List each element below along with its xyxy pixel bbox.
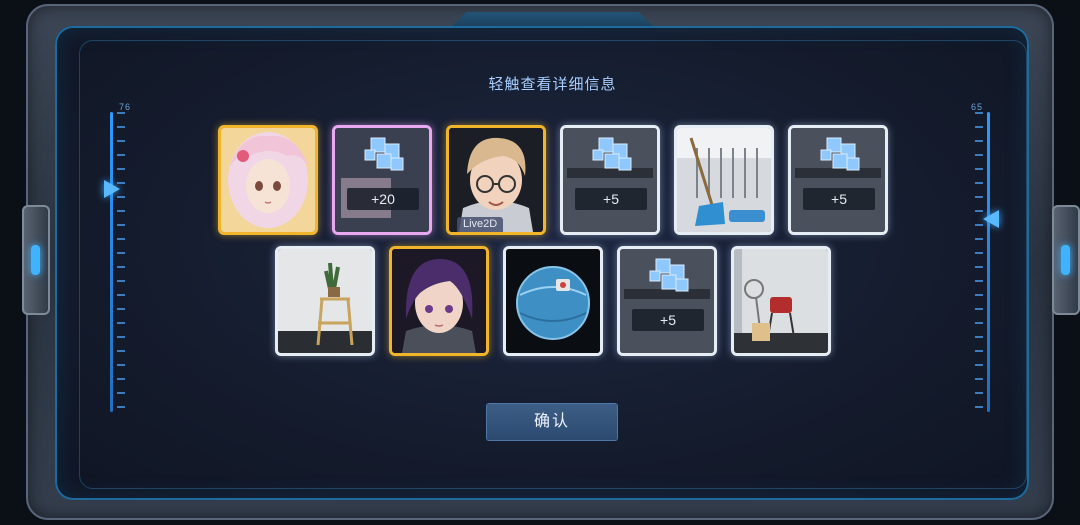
reward-character-purple-haired-girl[interactable]: [389, 246, 489, 356]
right-knob-light: [1061, 245, 1070, 275]
plant-stand-icon: [278, 249, 372, 353]
pink-haired-girl-icon: [221, 128, 315, 232]
right-ruler: [971, 112, 993, 412]
tap-for-details-hint: 轻触查看详细信息: [488, 76, 617, 93]
left-ruler-label: 76: [119, 102, 132, 112]
exercise-ball-icon: [506, 249, 600, 353]
reward-furniture-plant-stand[interactable]: [275, 246, 375, 356]
fragment-quantity: +5: [803, 188, 875, 210]
live2d-badge: Live2D: [457, 217, 504, 232]
reward-character-pink-haired-girl[interactable]: [218, 125, 318, 235]
right-ruler-ticks: [975, 112, 983, 412]
right-ruler-bar: [987, 112, 990, 412]
reward-character-glasses-boy[interactable]: Live2D: [446, 125, 546, 235]
reward-furniture-chair-box[interactable]: [731, 246, 831, 356]
right-ruler-label: 65: [971, 102, 984, 112]
right-arrow-icon: [983, 210, 999, 228]
chair-box-icon: [734, 249, 828, 353]
left-ruler: [108, 112, 130, 412]
left-ruler-bar: [110, 112, 113, 412]
reward-fragment-5-b[interactable]: +5: [788, 125, 888, 235]
left-frame-knob: [22, 205, 50, 315]
broom-dustpan-icon: [677, 128, 771, 232]
right-frame-knob: [1052, 205, 1080, 315]
fragment-quantity: +5: [632, 309, 704, 331]
purple-haired-girl-icon: [392, 249, 486, 353]
confirm-button[interactable]: 确认: [487, 404, 617, 440]
left-arrow-icon: [104, 180, 120, 198]
fragment-quantity: +5: [575, 188, 647, 210]
reward-item-exercise-ball[interactable]: [503, 246, 603, 356]
fragment-cube-icon: [563, 128, 657, 232]
reward-fragment-20[interactable]: +20: [332, 125, 432, 235]
fragment-cube-icon: [791, 128, 885, 232]
reward-furniture-broom[interactable]: [674, 125, 774, 235]
fragment-cube-icon: [620, 249, 714, 353]
fragment-cube-icon: [335, 128, 429, 232]
reward-fragment-5-c[interactable]: +5: [617, 246, 717, 356]
left-ruler-ticks: [117, 112, 125, 412]
reward-fragment-5-a[interactable]: +5: [560, 125, 660, 235]
left-knob-light: [31, 245, 40, 275]
fragment-quantity: +20: [347, 188, 419, 210]
